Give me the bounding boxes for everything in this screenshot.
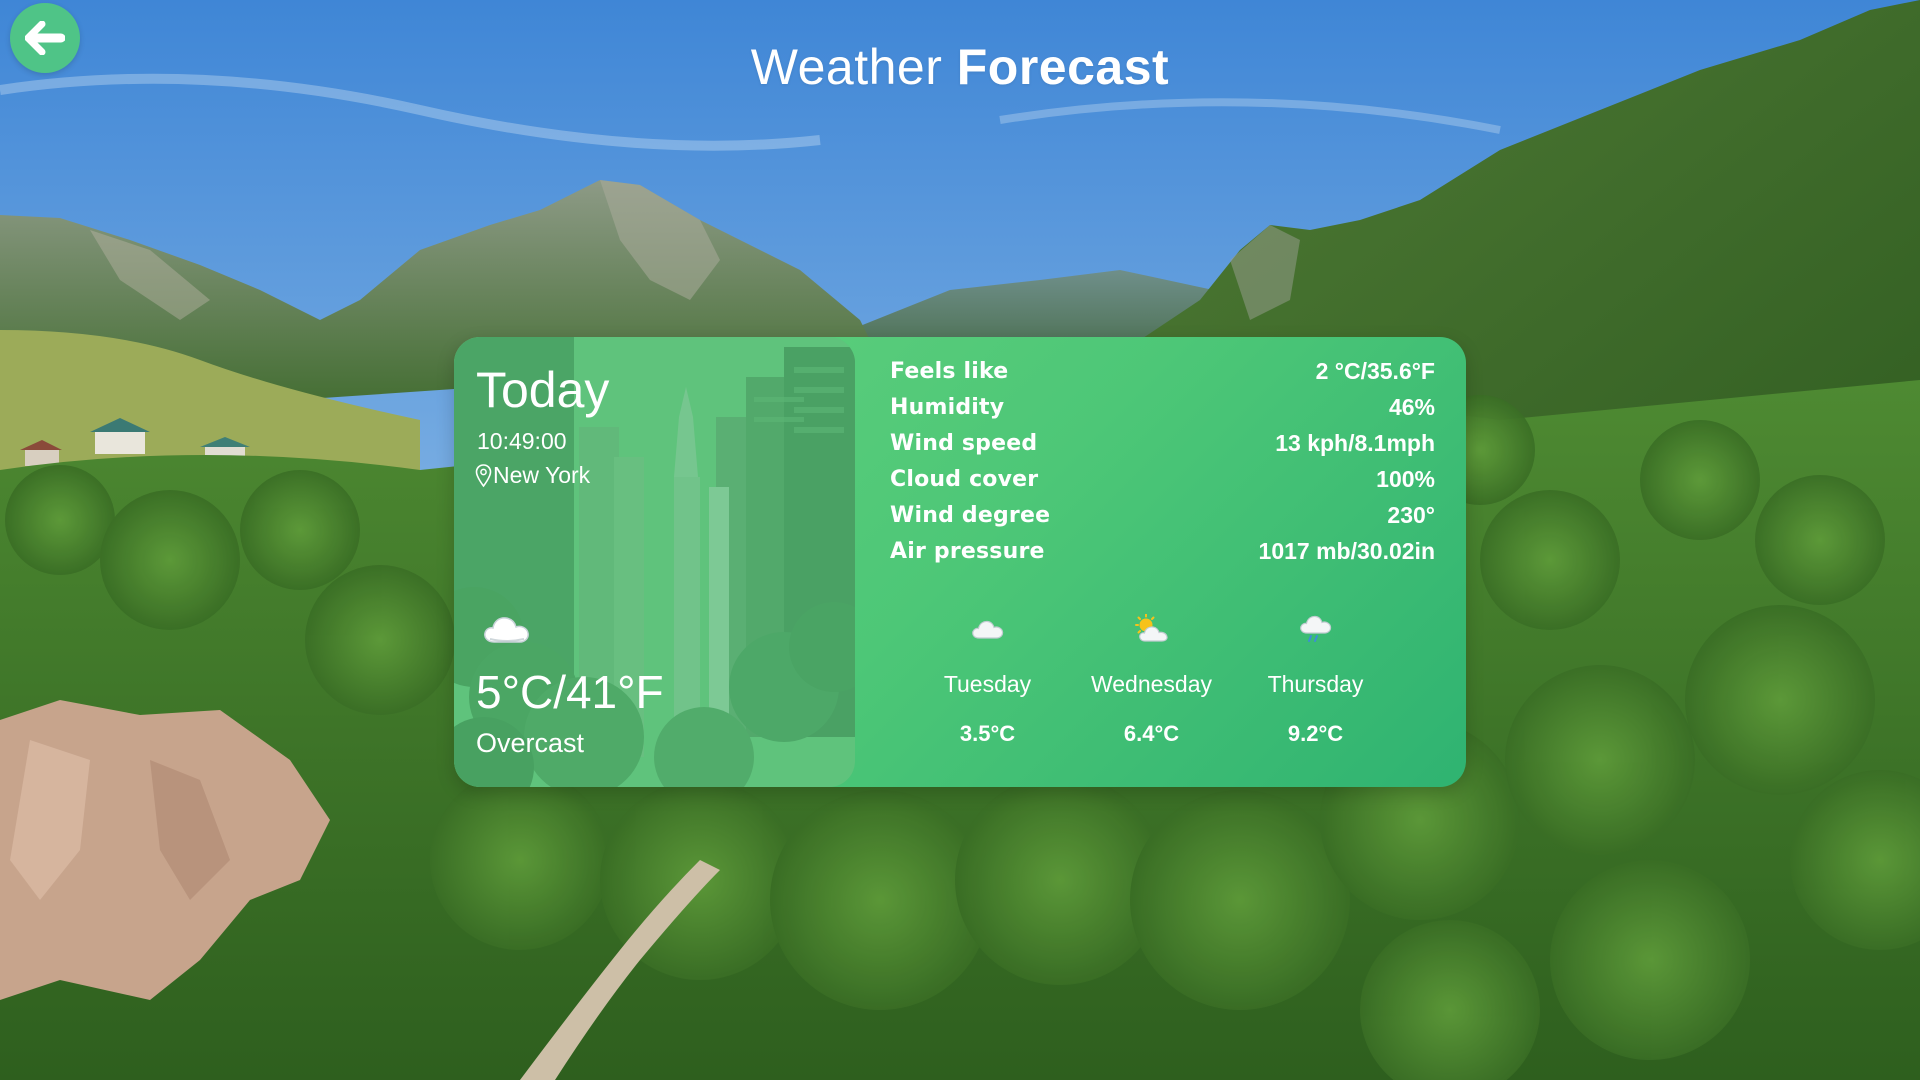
map-pin-icon xyxy=(475,463,492,487)
detail-label: Air pressure xyxy=(890,538,1045,564)
today-heading: Today xyxy=(476,362,610,418)
detail-value: 2 °C/35.6°F xyxy=(1315,357,1435,384)
forecast-day-temp: 6.4°C xyxy=(1123,721,1180,746)
detail-wind-speed: Wind speed 13 kph/8.1mph xyxy=(890,425,1435,461)
cloud-icon xyxy=(971,620,1003,639)
title-bold: Forecast xyxy=(956,39,1170,95)
rain-cloud-icon xyxy=(1299,615,1331,642)
current-condition: Overcast xyxy=(476,728,585,758)
detail-label: Cloud cover xyxy=(890,466,1039,492)
today-panel: Today 10:49:00 New York 5°C/41°F Overcas… xyxy=(454,337,855,787)
detail-value: 1017 mb/30.02in xyxy=(1258,537,1435,564)
detail-wind-degree: Wind degree 230° xyxy=(890,497,1435,533)
detail-label: Wind speed xyxy=(890,430,1038,456)
weather-card: Today 10:49:00 New York 5°C/41°F Overcas… xyxy=(454,337,1466,787)
detail-value: 13 kph/8.1mph xyxy=(1275,429,1435,456)
forecast-day-temp: 3.5°C xyxy=(959,721,1016,746)
forecast-day-name: Thursday xyxy=(1267,671,1364,697)
current-time: 10:49:00 xyxy=(477,428,567,454)
detail-air-pressure: Air pressure 1017 mb/30.02in xyxy=(890,533,1435,569)
detail-label: Feels like xyxy=(890,358,1009,384)
daily-forecast: Tuesday 3.5°C Wednesday 6.4°C Thursday 9… xyxy=(891,609,1466,759)
detail-value: 100% xyxy=(1376,465,1435,492)
title-light: Weather xyxy=(750,39,943,95)
weather-details: Feels like 2 °C/35.6°F Humidity 46% Wind… xyxy=(890,353,1435,569)
sun-cloud-icon xyxy=(1134,614,1168,642)
detail-value: 230° xyxy=(1387,501,1435,528)
location-name: New York xyxy=(493,462,591,488)
detail-humidity: Humidity 46% xyxy=(890,389,1435,425)
forecast-day-name: Tuesday xyxy=(943,671,1032,697)
cloud-icon xyxy=(484,617,529,643)
detail-value: 46% xyxy=(1388,393,1435,420)
detail-feels-like: Feels like 2 °C/35.6°F xyxy=(890,353,1435,389)
page-title: Weather Forecast xyxy=(0,38,1920,96)
detail-cloud-cover: Cloud cover 100% xyxy=(890,461,1435,497)
forecast-day: Thursday 9.2°C xyxy=(1219,609,1412,759)
detail-label: Wind degree xyxy=(890,502,1051,528)
current-temperature: 5°C/41°F xyxy=(476,666,664,718)
forecast-day-temp: 9.2°C xyxy=(1287,721,1344,746)
forecast-day-name: Wednesday xyxy=(1090,671,1213,697)
detail-label: Humidity xyxy=(890,394,1005,420)
location: New York xyxy=(475,462,590,489)
